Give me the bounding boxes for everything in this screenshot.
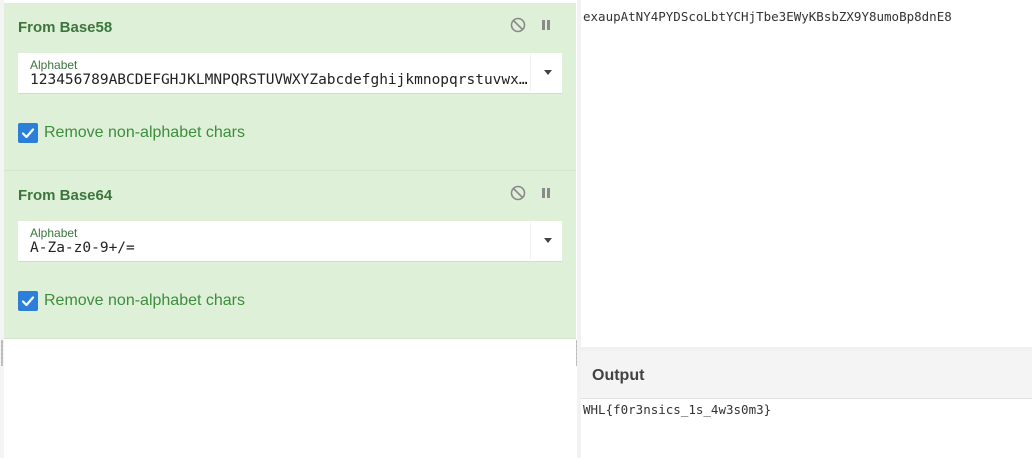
output-text[interactable]: WHL{f0r3nsics_1s_4w3s0m3} <box>583 402 771 417</box>
alphabet-select[interactable]: Alphabet A-Za-z0-9+/= <box>18 221 562 262</box>
pause-icon[interactable] <box>538 17 554 33</box>
field-separator <box>530 55 531 91</box>
checkbox-checked-icon[interactable] <box>18 123 38 143</box>
checkbox-checked-icon[interactable] <box>18 291 38 311</box>
operation-controls <box>510 17 554 33</box>
output-header: Output <box>581 351 1032 399</box>
checkbox-label: Remove non-alphabet chars <box>44 124 246 141</box>
pause-icon[interactable] <box>538 185 554 201</box>
disable-icon[interactable] <box>510 185 526 201</box>
chevron-down-icon[interactable] <box>544 238 552 243</box>
resize-handle-left[interactable] <box>1 340 3 366</box>
alphabet-select[interactable]: Alphabet 123456789ABCDEFGHJKLMNPQRSTUVWX… <box>18 53 562 94</box>
operation-from-base58[interactable]: From Base58 Alphabet 123456789ABCDEFGHJK… <box>4 3 576 171</box>
alphabet-label: Alphabet <box>30 226 78 240</box>
chevron-down-icon[interactable] <box>544 70 552 75</box>
remove-non-alphabet-checkbox[interactable]: Remove non-alphabet chars <box>18 291 245 311</box>
operation-from-base64[interactable]: From Base64 Alphabet A-Za-z0-9+/= Remove… <box>4 171 576 339</box>
remove-non-alphabet-checkbox[interactable]: Remove non-alphabet chars <box>18 123 245 143</box>
input-pane[interactable]: exaupAtNY4PYDScoLbtYCHjTbe3EWyKBsbZX9Y8u… <box>581 0 1032 347</box>
alphabet-label: Alphabet <box>30 58 78 72</box>
output-title: Output <box>592 367 645 384</box>
field-separator <box>530 223 531 259</box>
checkbox-label: Remove non-alphabet chars <box>44 292 246 309</box>
recipe-pane: From Base58 Alphabet 123456789ABCDEFGHJK… <box>0 0 578 458</box>
operation-title: From Base58 <box>18 19 113 36</box>
alphabet-value[interactable]: 123456789ABCDEFGHJKLMNPQRSTUVWXYZabcdefg… <box>30 72 530 88</box>
operation-title: From Base64 <box>18 187 113 204</box>
disable-icon[interactable] <box>510 17 526 33</box>
input-text[interactable]: exaupAtNY4PYDScoLbtYCHjTbe3EWyKBsbZX9Y8u… <box>583 9 952 24</box>
operation-controls <box>510 185 554 201</box>
alphabet-value[interactable]: A-Za-z0-9+/= <box>30 240 530 256</box>
